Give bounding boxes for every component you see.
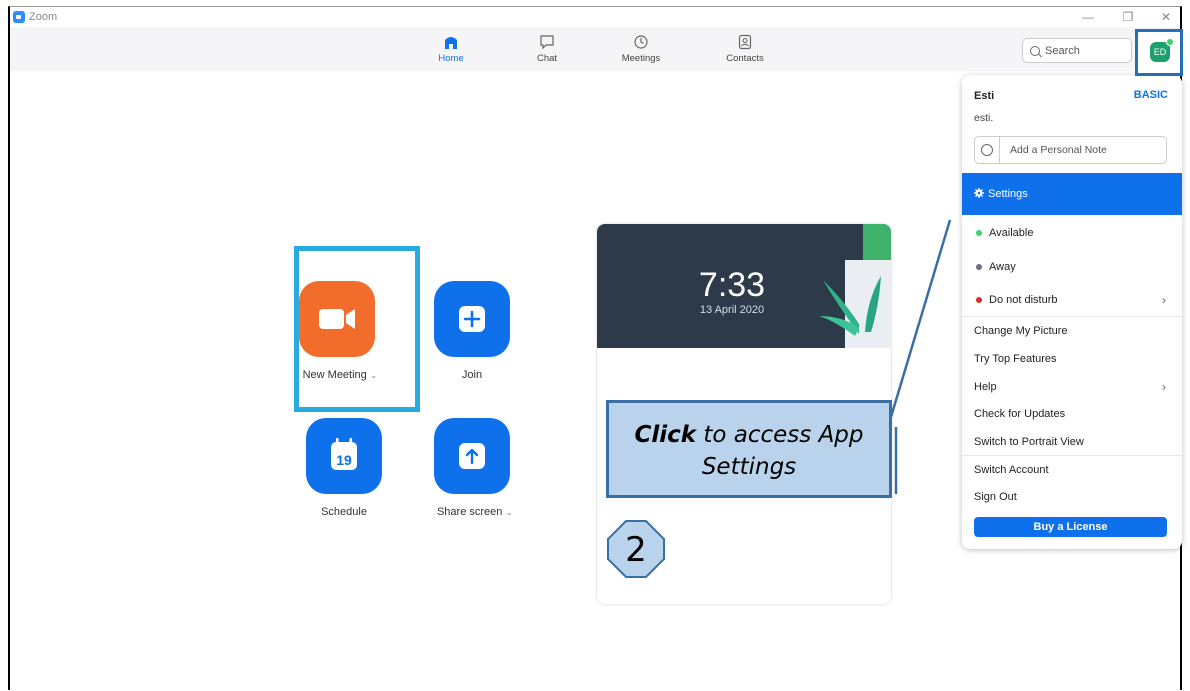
callout-text: to access App Settings — [696, 422, 864, 480]
instruction-callout: Click to access App Settings — [606, 400, 892, 498]
step-number: 2 — [625, 530, 647, 570]
callout-bold: Click — [634, 422, 697, 448]
zoom-window: Zoom — ❐ ✕ Home Chat Meetings Contacts S… — [8, 6, 1183, 690]
step-number-badge: 2 — [606, 519, 666, 579]
callout-connector — [886, 219, 952, 494]
